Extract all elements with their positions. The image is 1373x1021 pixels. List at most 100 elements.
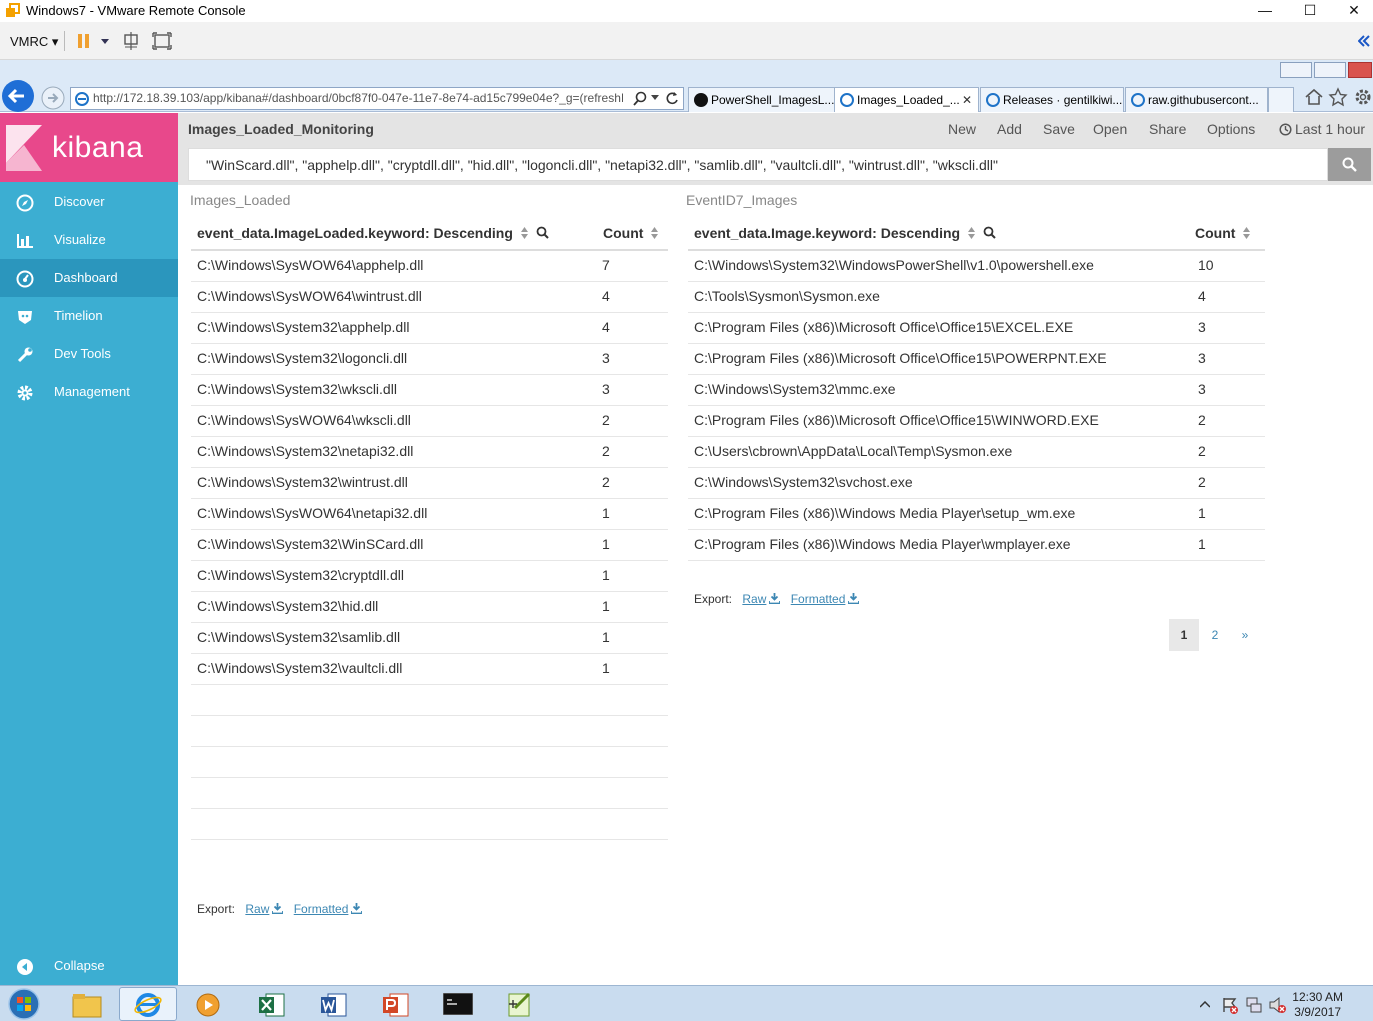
- favorites-star-icon[interactable]: [1328, 87, 1348, 107]
- new-tab-button[interactable]: [1268, 87, 1294, 112]
- export-raw-link[interactable]: Raw: [245, 902, 269, 916]
- browser-minimize-button[interactable]: [1280, 62, 1312, 78]
- menu-open[interactable]: Open: [1093, 121, 1127, 137]
- time-picker[interactable]: Last 1 hour: [1295, 121, 1365, 137]
- address-url[interactable]: http://172.18.39.103/app/kibana#/dashboa…: [93, 91, 623, 105]
- export-formatted-link[interactable]: Formatted: [294, 902, 349, 916]
- row-path[interactable]: C:\Windows\System32\wintrust.dll: [197, 474, 408, 490]
- nav-discover[interactable]: Discover: [0, 183, 178, 221]
- row-path[interactable]: C:\Program Files (x86)\Microsoft Office\…: [694, 350, 1107, 366]
- query-input[interactable]: [189, 149, 1327, 180]
- search-submit-button[interactable]: [1328, 148, 1371, 181]
- menu-add[interactable]: Add: [997, 121, 1022, 137]
- sort-icon[interactable]: [520, 227, 528, 239]
- export-formatted-link[interactable]: Formatted: [791, 592, 846, 606]
- column-header-count[interactable]: Count: [1195, 225, 1251, 241]
- menu-options[interactable]: Options: [1207, 121, 1255, 137]
- volume-muted-icon[interactable]: [1268, 996, 1288, 1014]
- row-path[interactable]: C:\Windows\SysWOW64\wintrust.dll: [197, 288, 422, 304]
- nav-visualize[interactable]: Visualize: [0, 221, 178, 259]
- export-raw-link[interactable]: Raw: [742, 592, 766, 606]
- row-path[interactable]: C:\Windows\System32\wkscli.dll: [197, 381, 397, 397]
- nav-timelion[interactable]: Timelion: [0, 297, 178, 335]
- taskbar-powerpoint[interactable]: [367, 987, 425, 1021]
- start-button-icon[interactable]: [6, 987, 42, 1021]
- row-path[interactable]: C:\Tools\Sysmon\Sysmon.exe: [694, 288, 880, 304]
- row-path[interactable]: C:\Windows\System32\WinSCard.dll: [197, 536, 423, 552]
- pause-icon[interactable]: [76, 33, 112, 49]
- pagination-page-1[interactable]: 1: [1169, 619, 1199, 651]
- forward-button-icon[interactable]: [40, 85, 66, 111]
- browser-restore-button[interactable]: [1314, 62, 1346, 78]
- row-path[interactable]: C:\Windows\SysWOW64\wkscli.dll: [197, 412, 411, 428]
- minimize-button[interactable]: —: [1242, 0, 1288, 22]
- fullscreen-icon[interactable]: [152, 32, 172, 50]
- nav-management[interactable]: Management: [0, 373, 178, 411]
- menu-save[interactable]: Save: [1043, 121, 1075, 137]
- export-label: Export:: [197, 902, 236, 916]
- browser-tab-active[interactable]: Images_Loaded_... ✕: [834, 87, 979, 112]
- row-path[interactable]: C:\Program Files (x86)\Microsoft Office\…: [694, 412, 1099, 428]
- taskbar-word[interactable]: [305, 987, 363, 1021]
- dashboard-icon: [16, 270, 34, 288]
- sort-icon[interactable]: [1243, 227, 1251, 239]
- taskbar-command-prompt[interactable]: [429, 987, 487, 1021]
- filter-magnifier-icon[interactable]: [536, 226, 549, 239]
- row-path[interactable]: C:\Windows\System32\cryptdll.dll: [197, 567, 404, 583]
- row-path[interactable]: C:\Program Files (x86)\Microsoft Office\…: [694, 319, 1073, 335]
- browser-tab[interactable]: Releases · gentilkiwi...: [980, 87, 1124, 112]
- collapse-panel-icon[interactable]: [1358, 34, 1370, 48]
- send-ctrl-alt-del-icon[interactable]: [122, 32, 140, 50]
- row-path[interactable]: C:\Program Files (x86)\Windows Media Pla…: [694, 536, 1071, 552]
- row-path[interactable]: C:\Windows\System32\hid.dll: [197, 598, 378, 614]
- taskbar-excel[interactable]: [243, 987, 301, 1021]
- taskbar-notepad-plus[interactable]: [491, 987, 549, 1021]
- maximize-button[interactable]: ☐: [1287, 0, 1333, 22]
- row-path[interactable]: C:\Program Files (x86)\Windows Media Pla…: [694, 505, 1075, 521]
- row-path[interactable]: C:\Windows\System32\apphelp.dll: [197, 319, 409, 335]
- tools-gear-icon[interactable]: [1353, 87, 1373, 107]
- address-bar[interactable]: http://172.18.39.103/app/kibana#/dashboa…: [70, 87, 684, 110]
- filter-magnifier-icon[interactable]: [983, 226, 996, 239]
- column-header-count[interactable]: Count: [603, 225, 659, 241]
- row-path[interactable]: C:\Windows\System32\mmc.exe: [694, 381, 896, 397]
- column-header-image[interactable]: event_data.Image.keyword: Descending: [694, 225, 996, 241]
- row-path[interactable]: C:\Windows\SysWOW64\apphelp.dll: [197, 257, 423, 273]
- browser-tab[interactable]: raw.githubusercont...: [1125, 87, 1268, 112]
- vmrc-menu[interactable]: VMRC ▾: [10, 34, 58, 50]
- row-path[interactable]: C:\Windows\SysWOW64\netapi32.dll: [197, 505, 427, 521]
- menu-new[interactable]: New: [948, 121, 976, 137]
- pagination-page-2[interactable]: 2: [1200, 619, 1230, 651]
- row-path[interactable]: C:\Windows\System32\netapi32.dll: [197, 443, 413, 459]
- kibana-logo[interactable]: kibana: [0, 113, 178, 182]
- row-path[interactable]: C:\Users\cbrown\AppData\Local\Temp\Sysmo…: [694, 443, 1012, 459]
- row-path[interactable]: C:\Windows\System32\samlib.dll: [197, 629, 400, 645]
- taskbar-media-player[interactable]: [180, 987, 238, 1021]
- sort-icon[interactable]: [651, 227, 659, 239]
- taskbar-internet-explorer[interactable]: [119, 987, 177, 1021]
- sort-icon[interactable]: [967, 227, 975, 239]
- dropdown-arrow-icon[interactable]: [651, 95, 659, 101]
- system-clock[interactable]: 12:30 AM 3/9/2017: [1292, 990, 1343, 1020]
- nav-dev-tools[interactable]: Dev Tools: [0, 335, 178, 373]
- close-button[interactable]: ✕: [1331, 0, 1373, 22]
- row-path[interactable]: C:\Windows\System32\svchost.exe: [694, 474, 913, 490]
- refresh-icon[interactable]: [665, 91, 679, 106]
- browser-close-button[interactable]: [1348, 62, 1372, 78]
- column-header-image-loaded[interactable]: event_data.ImageLoaded.keyword: Descendi…: [197, 225, 549, 241]
- home-icon[interactable]: [1304, 88, 1324, 106]
- search-icon[interactable]: [633, 91, 647, 106]
- row-path[interactable]: C:\Windows\System32\logoncli.dll: [197, 350, 407, 366]
- menu-share[interactable]: Share: [1149, 121, 1186, 137]
- back-button-icon[interactable]: [0, 78, 38, 114]
- nav-collapse[interactable]: Collapse: [0, 947, 178, 985]
- action-center-icon[interactable]: [1221, 996, 1239, 1014]
- tab-close-icon[interactable]: ✕: [962, 93, 972, 107]
- taskbar-explorer[interactable]: [58, 987, 116, 1021]
- show-hidden-icons-icon[interactable]: [1200, 1001, 1210, 1008]
- pagination-next[interactable]: »: [1230, 619, 1260, 651]
- row-path[interactable]: C:\Windows\System32\vaultcli.dll: [197, 660, 402, 676]
- network-icon[interactable]: [1245, 996, 1263, 1014]
- nav-dashboard[interactable]: Dashboard: [0, 259, 178, 297]
- row-path[interactable]: C:\Windows\System32\WindowsPowerShell\v1…: [694, 257, 1094, 273]
